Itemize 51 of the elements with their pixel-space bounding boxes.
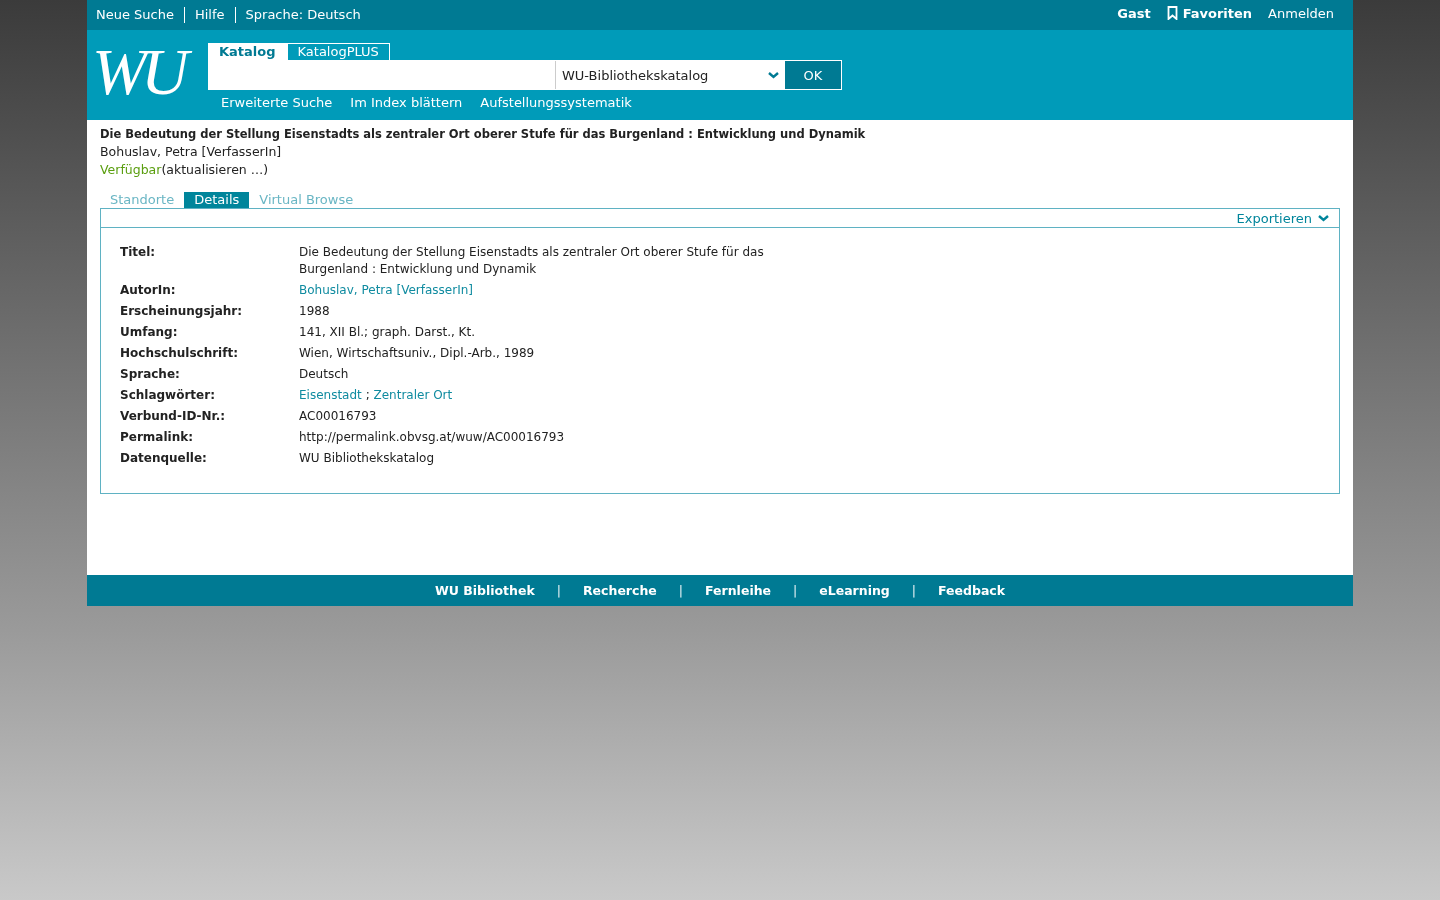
search-tab[interactable]: KatalogPLUS [286, 43, 390, 60]
field-label: Umfang: [120, 324, 179, 341]
top-nav-link[interactable]: Neue Suche [96, 7, 184, 23]
footer-link[interactable]: eLearning [819, 583, 890, 598]
field-label: Sprache: [120, 366, 181, 383]
top-nav-link[interactable]: Hilfe [183, 7, 235, 23]
field-label: Titel: [120, 244, 157, 261]
export-link[interactable]: Exportieren [1236, 210, 1329, 226]
field-link[interactable]: Eisenstadt [299, 388, 362, 402]
field-label: Hochschulschrift: [120, 345, 239, 362]
field-link[interactable]: Zentraler Ort [373, 388, 453, 402]
footer-link[interactable]: Feedback [938, 583, 1006, 598]
favorites-link[interactable]: Favoriten [1166, 5, 1253, 21]
wu-logo[interactable]: WU [92, 42, 208, 120]
field-value: Deutsch [299, 367, 349, 381]
field-label: Verbund-ID-Nr.: [120, 408, 227, 425]
field-label: Datenquelle: [120, 450, 208, 467]
login-link[interactable]: Anmelden [1268, 5, 1334, 21]
footer-link[interactable]: Recherche [583, 583, 657, 598]
chevron-down-icon [1318, 214, 1329, 222]
search-option-link[interactable]: Erweiterte Suche [221, 95, 333, 110]
field-label: Permalink: [120, 429, 194, 446]
footer-separator: | [911, 583, 917, 598]
footer-link[interactable]: Fernleihe [705, 583, 772, 598]
field-value: ; [365, 388, 370, 402]
search-tab[interactable]: Katalog [208, 43, 287, 60]
field-value: http://permalink.obvsg.at/wuw/AC00016793 [299, 430, 565, 444]
field-label: Schlagwörter: [120, 387, 216, 404]
user-name: Gast [1117, 5, 1151, 21]
footer-separator: | [556, 583, 561, 598]
field-label: Erscheinungsjahr: [120, 303, 243, 320]
record-author: Bohuslav, Petra [VerfasserIn] [100, 143, 283, 161]
refresh-link[interactable]: (aktualisieren …) [161, 162, 269, 177]
footer-separator: | [793, 583, 798, 598]
record-title: Die Bedeutung der Stellung Eisenstadts als zentraler Ort oberer Stufe für das Burgenland : Entwicklung und Dynamik [100, 126, 867, 143]
search-option-link[interactable]: Im Index blättern [350, 95, 463, 110]
record-tab[interactable]: Details [184, 192, 250, 208]
field-link[interactable]: Bohuslav, Petra [VerfasserIn] [299, 283, 473, 297]
field-label: AutorIn: [120, 282, 177, 299]
bookmark-icon [1166, 6, 1178, 20]
top-nav-link[interactable]: Sprache: Deutsch [234, 7, 371, 23]
field-value: 141, XII Bl.; graph. Darst., Kt. [299, 325, 475, 339]
footer-link[interactable]: WU Bibliothek [434, 583, 535, 598]
search-option-link[interactable]: Aufstellungssystematik [480, 95, 632, 110]
availability-status: Verfügbar [100, 162, 162, 177]
field-value: 1988 [299, 304, 330, 318]
field-value: Die Bedeutung der Stellung Eisenstadts als zentraler Ort oberer Stufe für das Burgenland : Entwicklung und Dynamik [299, 245, 764, 276]
footer-separator: | [678, 583, 684, 598]
field-value: Wien, Wirtschaftsuniv., Dipl.-Arb., 1989 [299, 346, 535, 360]
field-value: AC00016793 [299, 409, 377, 423]
field-value: WU Bibliothekskatalog [299, 451, 434, 465]
